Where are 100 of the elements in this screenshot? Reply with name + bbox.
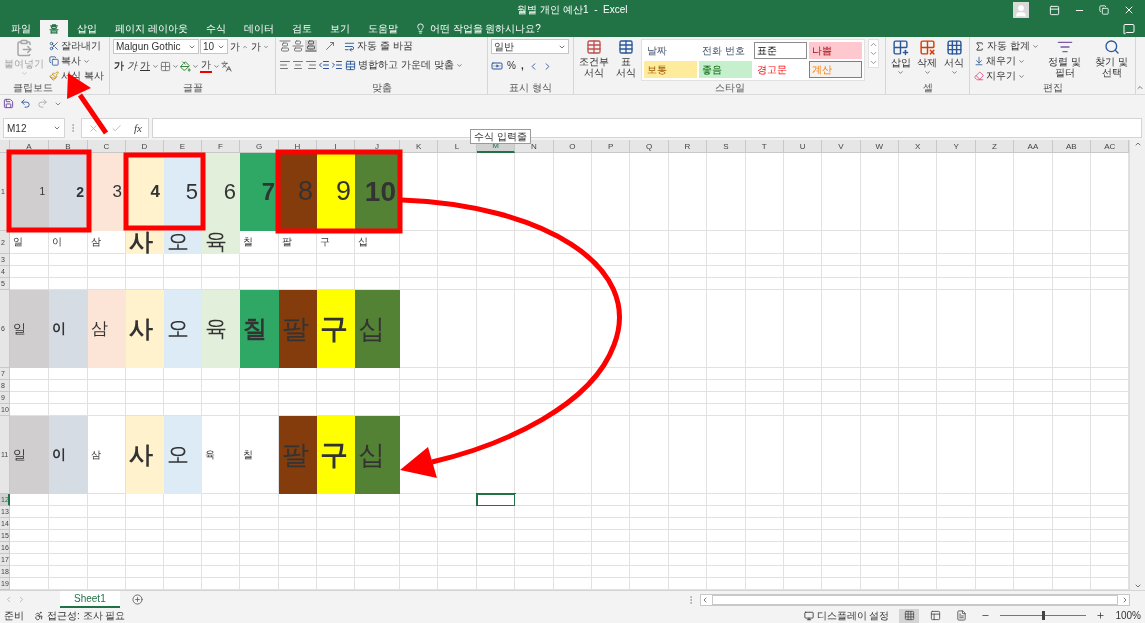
table-cell: 육 — [202, 416, 240, 494]
ribbon-tab[interactable]: 보기 — [320, 20, 359, 37]
table-cell: 8 — [279, 153, 317, 231]
tell-me-search[interactable]: 어떤 작업을 원하시나요? — [414, 20, 541, 37]
column-header[interactable]: W — [860, 140, 900, 153]
table-cell: 일 — [10, 231, 49, 254]
table-cell: 십 — [355, 416, 400, 494]
table-cell: 삼 — [88, 290, 126, 368]
table-cell: 10 — [355, 153, 400, 231]
table-cell: 오 — [164, 290, 202, 368]
ribbon-tab[interactable]: 검토 — [282, 20, 321, 37]
cell-style[interactable]: 좋음 — [699, 61, 752, 78]
table-cell: 이 — [49, 416, 88, 494]
group-label: 편집 — [1041, 82, 1064, 94]
cell-style[interactable]: 보통 — [644, 61, 697, 78]
column-header[interactable]: S — [707, 140, 746, 153]
zoom-level[interactable]: 100% — [1115, 610, 1141, 621]
table-cell: 사 — [126, 290, 164, 368]
group-label: 글꼴 — [181, 82, 204, 94]
grow-font-button[interactable]: 가 — [229, 39, 249, 54]
table-cell: 일 — [10, 290, 49, 368]
name-box[interactable]: M12 — [3, 118, 65, 138]
column-header[interactable]: D — [126, 140, 164, 153]
table-cell: 오 — [164, 231, 202, 254]
comma-button[interactable]: , — [519, 59, 525, 73]
column-header[interactable]: X — [899, 140, 938, 153]
insert-button[interactable]: 삽입 — [889, 39, 912, 76]
column-header[interactable]: T — [745, 140, 784, 153]
table-cell: 칠 — [240, 231, 279, 254]
column-header[interactable]: Y — [937, 140, 976, 153]
column-header[interactable]: Z — [975, 140, 1015, 153]
table-cell: 십 — [355, 290, 400, 368]
column-header[interactable]: C — [88, 140, 126, 153]
format-table-button[interactable]: 표 서식 — [614, 39, 638, 78]
cell-style[interactable]: 전화 번호 — [699, 42, 752, 59]
format-button[interactable]: 서식 — [943, 39, 966, 76]
group-label: 클립보드 — [12, 82, 54, 94]
window-title: 월별 개인 예산1 - Excel — [517, 3, 628, 17]
ribbon-tab[interactable]: 삽입 — [68, 20, 106, 37]
table-cell: 팔 — [279, 416, 317, 494]
ribbon-tab[interactable]: 홈 — [40, 20, 68, 37]
ribbon-tab[interactable]: 페이지 레이아웃 — [106, 20, 197, 37]
table-cell: 육 — [202, 231, 240, 254]
ribbon-tab[interactable]: 파일 — [2, 20, 40, 37]
number-format-field[interactable]: 일반 — [491, 39, 569, 54]
cell-style[interactable]: 경고문 — [754, 61, 807, 78]
cut-button[interactable]: 잘라내기 — [48, 39, 105, 53]
table-cell: 구 — [317, 416, 355, 494]
column-header[interactable]: Q — [630, 140, 669, 153]
accessibility-status[interactable]: 접근성: 조사 필요 — [34, 608, 126, 623]
table-cell: 사 — [126, 231, 164, 254]
autosum-button[interactable]: 자동 합계 — [973, 39, 1040, 53]
delete-button[interactable]: 삭제 — [916, 39, 939, 76]
copy-button[interactable]: 복사 — [48, 54, 105, 68]
cell-style[interactable]: 나쁨 — [809, 42, 862, 59]
insert-function-button[interactable]: fx — [134, 122, 142, 134]
cell-style[interactable]: 날짜 — [644, 42, 697, 59]
ribbon-tab[interactable]: 데이터 — [234, 20, 283, 37]
font-name-field[interactable]: Malgun Gothic — [113, 39, 199, 54]
percent-button[interactable]: % — [506, 59, 517, 73]
column-header[interactable]: F — [202, 140, 240, 153]
column-header[interactable]: E — [164, 140, 202, 153]
font-size-field[interactable]: 10 — [200, 39, 228, 54]
underline-button[interactable]: 가 — [139, 59, 151, 73]
font-color-button[interactable]: 가 — [200, 59, 212, 73]
merge-center-button[interactable]: 병합하고 가운데 맞춤 — [344, 58, 464, 72]
table-cell: 2 — [49, 153, 88, 231]
group-label: 표시 형식 — [508, 82, 553, 94]
column-header[interactable]: P — [591, 140, 631, 153]
fill-button[interactable]: 채우기 — [973, 54, 1040, 68]
sheet-tab[interactable]: Sheet1 — [60, 590, 120, 608]
column-header[interactable]: L — [438, 140, 477, 153]
find-select-button[interactable]: 찾기 및 선택 — [1089, 39, 1134, 78]
column-header[interactable]: O — [553, 140, 592, 153]
table-cell: 오 — [164, 416, 202, 494]
table-cell: 구 — [317, 290, 355, 368]
conditional-format-button[interactable]: 조건부 서식 — [577, 39, 611, 78]
table-cell: 칠 — [240, 290, 279, 368]
bold-button[interactable]: 가 — [113, 59, 125, 73]
cell-style[interactable]: 표준 — [754, 42, 807, 59]
column-header[interactable]: AA — [1014, 140, 1053, 153]
column-header[interactable]: AB — [1052, 140, 1092, 153]
ribbon-tab[interactable]: 수식 — [196, 20, 235, 37]
column-header[interactable]: U — [783, 140, 823, 153]
table-cell: 일 — [10, 416, 49, 494]
clear-button[interactable]: 지우기 — [973, 69, 1040, 83]
table-cell: 이 — [49, 290, 88, 368]
column-header[interactable]: G — [240, 140, 279, 153]
column-header[interactable]: R — [668, 140, 708, 153]
column-header[interactable]: V — [822, 140, 861, 153]
italic-button[interactable]: 가 — [126, 59, 138, 73]
display-settings[interactable]: 디스플레이 설정 — [803, 608, 890, 623]
column-header[interactable]: AC — [1091, 140, 1130, 153]
table-cell: 9 — [317, 153, 355, 231]
ribbon-tab[interactable]: 도움말 — [358, 20, 407, 37]
sort-filter-button[interactable]: 정렬 및 필터 — [1042, 39, 1087, 78]
wrap-text-button[interactable]: 자동 줄 바꿈 — [343, 39, 414, 53]
shrink-font-button[interactable]: 가 — [250, 39, 270, 54]
column-header[interactable]: K — [400, 140, 439, 153]
table-cell: 팔 — [279, 290, 317, 368]
